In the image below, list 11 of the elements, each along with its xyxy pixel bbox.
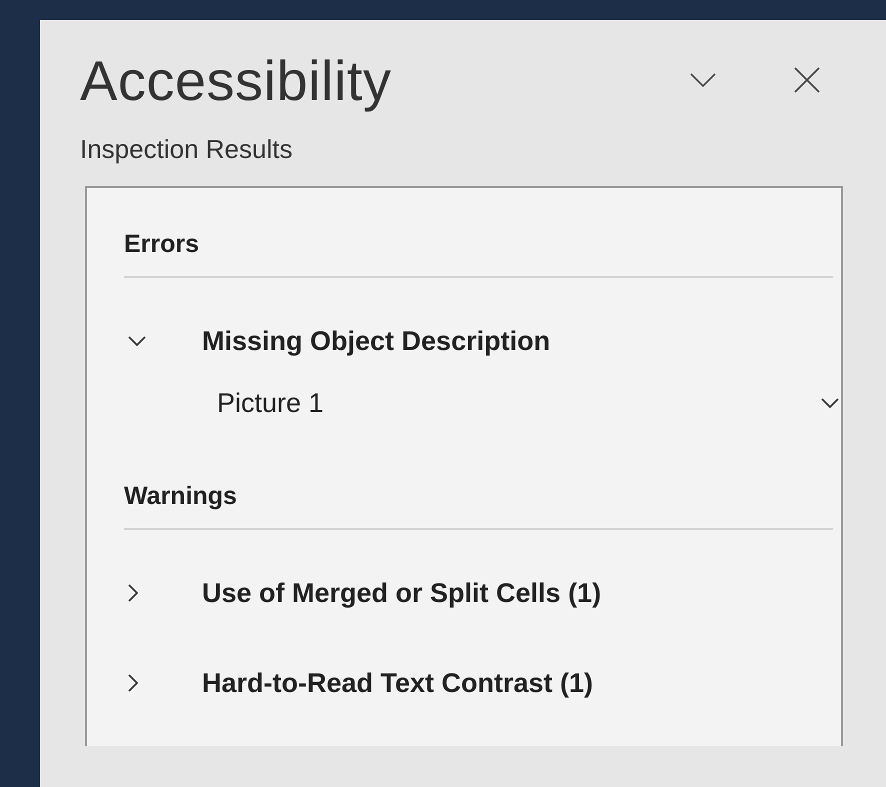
section-heading: Errors bbox=[124, 226, 833, 278]
issue-item[interactable]: Use of Merged or Split Cells (1) bbox=[202, 578, 602, 608]
section-label: Inspection Results bbox=[80, 133, 294, 166]
pane-title: Accessibility bbox=[80, 48, 392, 112]
section-heading: Warnings bbox=[124, 478, 833, 530]
issue-item[interactable]: Hard-to-Read Text Contrast (1) bbox=[202, 668, 594, 698]
close-icon bbox=[794, 67, 820, 93]
dropdown-chevron-icon[interactable] bbox=[821, 398, 839, 408]
issue-object-item[interactable]: Picture 1 bbox=[217, 388, 324, 418]
chevron-down-icon bbox=[690, 73, 716, 87]
issue-item[interactable]: Missing Object Description bbox=[202, 326, 550, 356]
